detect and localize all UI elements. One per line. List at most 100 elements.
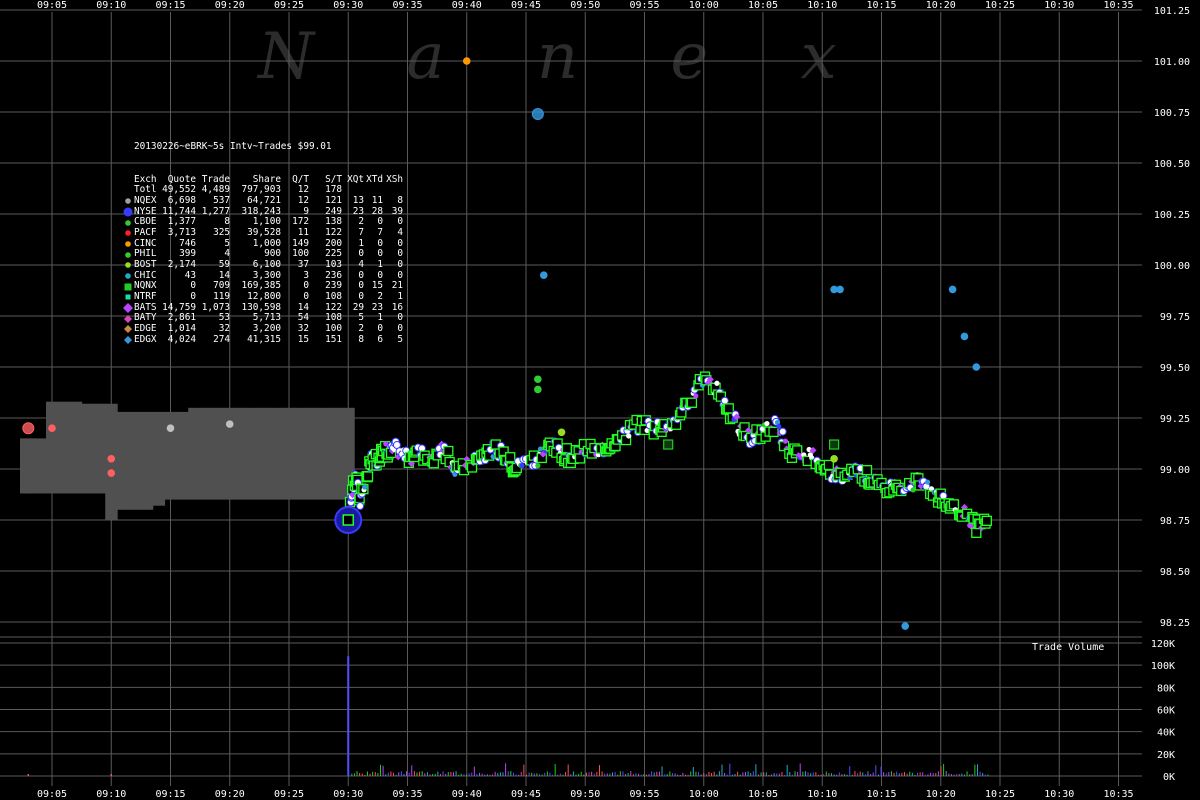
premarket-bar <box>247 407 260 500</box>
premarket-bar <box>81 403 94 494</box>
x-tick-label-top: 09:10 <box>96 0 126 11</box>
volume-label: Trade Volume <box>1032 642 1105 653</box>
premarket-bar <box>176 411 189 500</box>
trade-mark <box>626 433 632 439</box>
trade-mark-nyse <box>356 502 365 511</box>
trade-mark-nqnx <box>971 527 982 538</box>
premarket-bar <box>128 411 142 510</box>
outlier-point <box>960 332 969 341</box>
premarket-bar <box>57 401 71 494</box>
x-tick-label-top: 10:35 <box>1103 0 1133 11</box>
premarket-bar <box>330 407 343 500</box>
trade-mark-nqnx <box>686 397 698 408</box>
y-tick-label: 99.50 <box>1160 363 1190 374</box>
legend-marker-icon <box>122 239 133 250</box>
legend-cell-qt: 12 <box>297 194 309 206</box>
x-tick-label-bottom: 10:05 <box>748 789 778 800</box>
y-tick-label: 100.25 <box>1154 210 1190 221</box>
x-tick-label-top: 10:25 <box>985 0 1015 11</box>
x-tick-label-top: 09:25 <box>274 0 304 11</box>
legend-marker-icon <box>122 260 133 271</box>
trade-mark <box>693 393 699 399</box>
volume-tick-label: 40K <box>1157 728 1175 739</box>
legend-header-cell: XSh <box>386 173 403 185</box>
trade-mark-nqnx <box>362 471 374 482</box>
x-tick-label-top: 09:05 <box>37 0 67 11</box>
legend-marker-icon <box>122 217 133 228</box>
x-tick-label-top: 10:15 <box>866 0 896 11</box>
y-tick-label: 99.25 <box>1160 414 1190 425</box>
legend-cell-share: 64,721 <box>247 194 281 206</box>
x-tick-label-bottom: 10:30 <box>1044 789 1074 800</box>
legend-cell-st: 121 <box>325 194 342 206</box>
trade-mark <box>714 380 720 386</box>
legend-cell-xqt: 8 <box>358 333 364 345</box>
x-tick-label-top: 10:20 <box>926 0 956 11</box>
legend-cell-xsh: 5 <box>397 333 403 345</box>
premarket-bar <box>46 401 59 494</box>
premarket-range <box>20 401 355 520</box>
outlier-point <box>166 424 175 433</box>
legend-cell-exch: NQEX <box>134 194 157 206</box>
y-tick-label: 100.75 <box>1154 108 1190 119</box>
volume-tick-label: 100K <box>1151 661 1175 672</box>
outlier-point <box>534 375 542 384</box>
x-tick-label-bottom: 10:15 <box>866 789 896 800</box>
volume-tick-label: 60K <box>1157 706 1175 717</box>
y-tick-label: 98.75 <box>1160 516 1190 527</box>
trade-mark-nqnx <box>768 426 779 438</box>
x-tick-label-top: 09:30 <box>333 0 363 11</box>
x-tick-label-bottom: 10:25 <box>985 789 1015 800</box>
legend-cell-xtd: 11 <box>371 194 383 206</box>
outlier-open-square <box>342 514 354 526</box>
x-tick-label-bottom: 09:40 <box>452 789 482 800</box>
legend-header-cell: XTd <box>366 173 383 185</box>
legend-cell-xtd: 6 <box>377 333 383 345</box>
x-tick-label-top: 09:45 <box>511 0 541 11</box>
premarket-bar <box>152 411 166 506</box>
premarket-bar <box>34 438 47 494</box>
outlier-point <box>48 424 56 433</box>
x-tick-label-bottom: 10:35 <box>1103 789 1133 800</box>
trade-mark <box>362 484 368 490</box>
x-tick-label-top: 09:35 <box>392 0 422 11</box>
trade-mark <box>782 438 788 444</box>
y-axis-ticks: 101.25 101.00 100.75 100.50 100.25 100.00 99.7… <box>1151 6 1190 783</box>
x-tick-label-top: 09:15 <box>155 0 185 11</box>
premarket-bar <box>69 401 83 494</box>
legend-cell-xqt: 13 <box>352 194 364 206</box>
x-tick-label-bottom: 09:35 <box>392 789 422 800</box>
legend-marker-icon <box>122 185 133 196</box>
chart-title: 20130226~eBRK~5s Intv~Trades $99.01 <box>134 141 332 153</box>
premarket-bar <box>140 411 154 510</box>
volume-tick-label: 0K <box>1163 772 1175 783</box>
legend-cell-quote: 4,024 <box>167 333 196 345</box>
outlier-point <box>901 622 909 630</box>
legend-cell-xsh: 8 <box>397 194 403 206</box>
x-tick-label-bottom: 09:55 <box>629 789 659 800</box>
legend-cell-trade: 537 <box>213 194 230 206</box>
premarket-bar <box>188 407 201 500</box>
x-tick-label-bottom: 09:45 <box>511 789 541 800</box>
legend-cell-qt: 15 <box>297 333 309 345</box>
x-tick-label-bottom: 09:10 <box>96 789 126 800</box>
legend-marker-icon <box>122 335 133 346</box>
trade-mark-nqnx <box>443 445 454 457</box>
x-tick-label-bottom: 10:20 <box>926 789 956 800</box>
volume-tick-label: 80K <box>1157 683 1175 694</box>
legend-cell-exch: EDGX <box>134 333 157 345</box>
legend-marker-icon <box>122 292 133 303</box>
legend-marker-icon <box>122 271 133 282</box>
y-tick-label: 101.00 <box>1154 57 1190 68</box>
legend-header-cell: XQt <box>347 173 364 185</box>
premarket-bar <box>318 407 331 500</box>
x-tick-label-bottom: 10:10 <box>807 789 837 800</box>
volume-tick-label: 120K <box>1151 639 1175 650</box>
trade-mark-nyse <box>778 427 787 436</box>
outlier-point <box>830 455 838 463</box>
outlier-point <box>557 428 566 437</box>
trade-mark-nqnx <box>981 515 992 526</box>
outlier-point <box>534 385 542 394</box>
legend-row-nqex: NQEX 6,698 537 64,721 12 121 13 11 8 <box>124 194 403 207</box>
x-tick-label-top: 10:30 <box>1044 0 1074 11</box>
